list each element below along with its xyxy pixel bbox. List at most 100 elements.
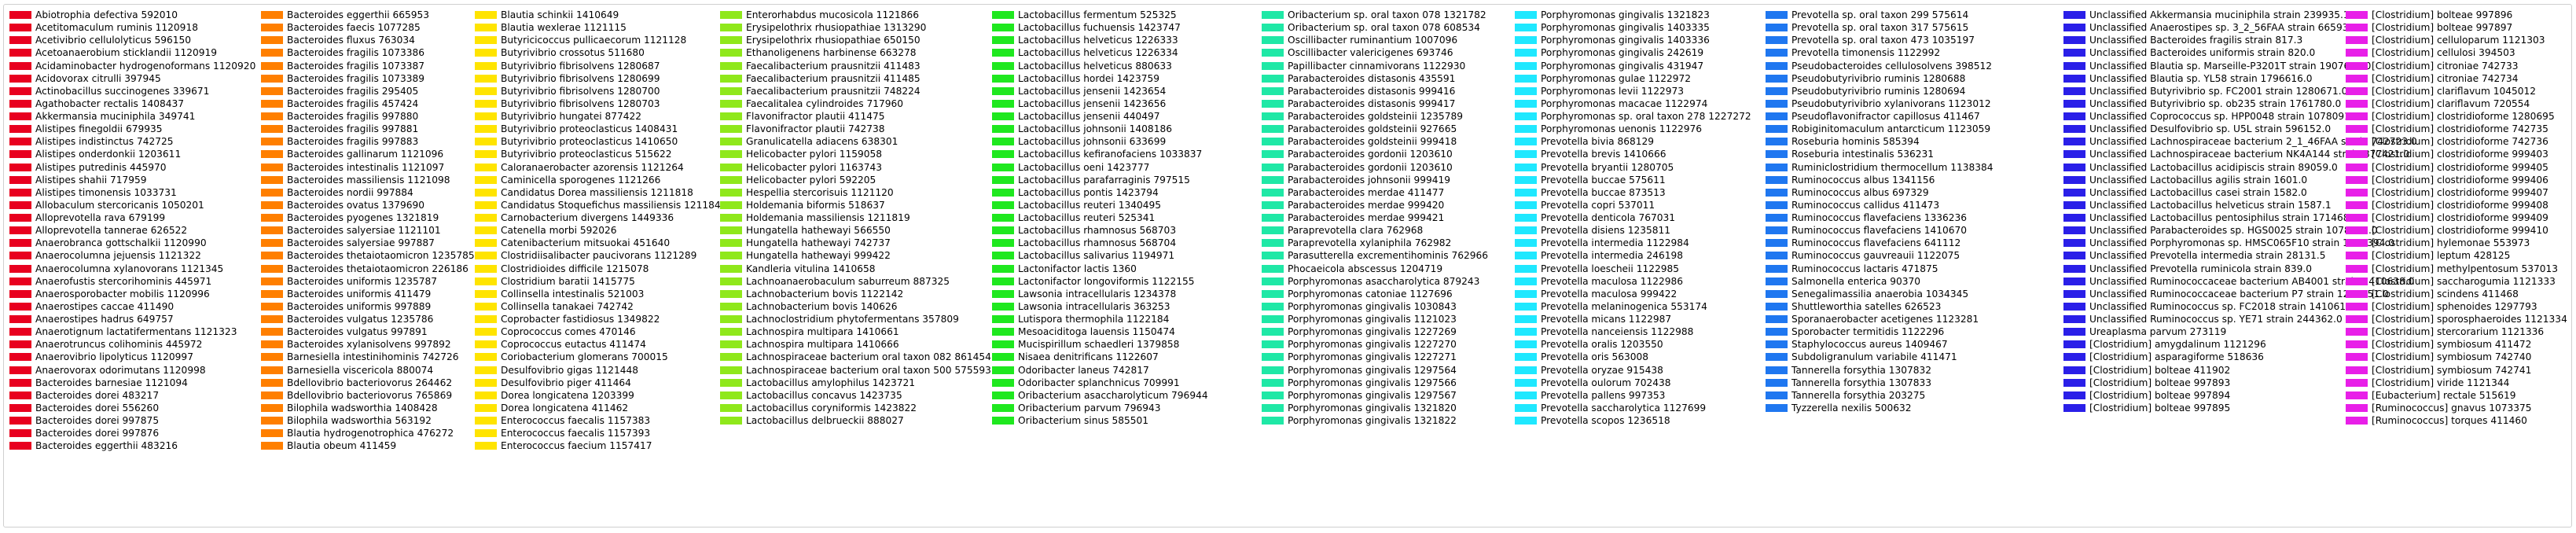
legend-entry: Porphyromonas gingivalis 1297567 — [1262, 389, 1488, 402]
legend-label: [Clostridium] symbiosum 411472 — [2372, 339, 2532, 351]
legend-label: Parabacteroides distasonis 999416 — [1288, 85, 1456, 97]
legend-swatch — [9, 391, 31, 399]
legend-swatch — [1262, 138, 1284, 146]
legend-entry: Nisaea denitrificans 1122607 — [992, 351, 1208, 363]
legend-label: Nisaea denitrificans 1122607 — [1018, 351, 1159, 363]
legend-entry: Shuttleworthia satelles 626523 — [1766, 300, 1994, 313]
legend-label: Porphyromonas gingivalis 1030843 — [1288, 300, 1457, 312]
legend-swatch — [261, 264, 283, 273]
legend-label: Barnesiella viscericola 880074 — [287, 364, 434, 376]
legend-entry: Lactobacillus johnsonii 1408186 — [992, 123, 1208, 135]
legend-swatch — [1262, 214, 1284, 222]
legend-label: Prevotella loescheii 1122985 — [1541, 263, 1679, 274]
legend-swatch — [1262, 252, 1284, 260]
legend-swatch — [1515, 340, 1537, 349]
legend-swatch — [9, 328, 31, 336]
legend-label: Lactobacillus coryniformis 1423822 — [746, 402, 917, 414]
legend-swatch — [1262, 289, 1284, 298]
legend-entry: Hespellia stercorisuis 1121120 — [720, 186, 991, 199]
legend-entry: Bacteroides fragilis 997881 — [261, 123, 475, 135]
legend-entry: Prevotella maculosa 1122986 — [1515, 275, 1751, 288]
legend-entry: Helicobacter pylori 1163743 — [720, 161, 991, 174]
legend-column: Oribacterium sp. oral taxon 078 1321782 O… — [1262, 9, 1488, 427]
legend-label: Sporanaerobacter acetigenes 1123281 — [1791, 314, 1979, 325]
legend-label: Odoribacter splanchnicus 709991 — [1018, 377, 1180, 388]
legend-entry: Lactobacillus rhamnosus 568704 — [992, 237, 1208, 249]
legend-label: Unclassified Ruminococcaceae bacterium P… — [2089, 288, 2389, 300]
legend-label: Oribacterium sp. oral taxon 078 1321782 — [1288, 9, 1486, 21]
legend-label: Lactobacillus rhamnosus 568704 — [1018, 237, 1177, 249]
legend-label: Collinsella intestinalis 521003 — [501, 288, 645, 300]
legend-entry: Prevotella sp. oral taxon 317 575615 — [1766, 21, 1994, 34]
legend-label: Prevotella sp. oral taxon 317 575615 — [1791, 22, 1969, 34]
legend-entry: [Clostridium] symbiosum 742741 — [2346, 364, 2567, 377]
legend-entry: [Clostridium] clostridioforme 742736 — [2346, 135, 2567, 148]
legend-entry: Ruminococcus flavefaciens 1410670 — [1766, 224, 1994, 237]
legend-label: Ruminococcus gauvreauii 1122075 — [1791, 250, 1960, 262]
legend-entry: Bacteroides dorei 556260 — [9, 402, 255, 414]
legend-entry: Lachnospiraceae bacterium oral taxon 500… — [720, 364, 991, 377]
legend-swatch — [9, 200, 31, 209]
legend-entry: [Clostridium] leptum 428125 — [2346, 249, 2567, 262]
legend-entry: Subdoligranulum variabile 411471 — [1766, 351, 1994, 363]
legend-entry: [Clostridium] stercorarium 1121336 — [2346, 325, 2567, 338]
legend-swatch — [475, 125, 497, 134]
legend-entry: Kandleria vitulina 1410658 — [720, 263, 991, 275]
legend-label: [Clostridium] scindens 411468 — [2372, 288, 2519, 300]
legend-swatch — [992, 150, 1014, 159]
legend-label: Prevotella maculosa 1122986 — [1541, 275, 1684, 287]
legend-label: Porphyromonas catoniae 1127696 — [1288, 288, 1453, 300]
legend-label: Lactobacillus parafarraginis 797515 — [1018, 174, 1190, 186]
legend-entry: Butyrivibrio fibrisolvens 1280703 — [475, 97, 726, 110]
legend-entry: Alistipes putredinis 445970 — [9, 161, 255, 174]
legend-entry: Coprococcus eutactus 411474 — [475, 338, 726, 351]
legend-label: Bacteroides vulgatus 1235786 — [287, 314, 434, 325]
legend-entry: [Clostridium] sphenoides 1297793 — [2346, 300, 2567, 313]
legend-entry: Roseburia hominis 585394 — [1766, 135, 1994, 148]
legend-entry: [Clostridium] clostridioforme 999407 — [2346, 186, 2567, 199]
legend-swatch — [9, 61, 31, 70]
legend-swatch — [992, 353, 1014, 362]
legend-label: Coprococcus eutactus 411474 — [501, 339, 646, 351]
legend-label: [Clostridium] saccharogumia 1121333 — [2372, 275, 2556, 287]
legend-entry: Mesoaciditoga lauensis 1150474 — [992, 325, 1208, 338]
legend-entry: Prevotella denticola 767031 — [1515, 211, 1751, 224]
legend-entry: Lachnospira multipara 1410661 — [720, 325, 991, 338]
legend-label: Bacteroides ovatus 1379690 — [287, 199, 424, 211]
legend-swatch — [2063, 175, 2085, 184]
legend-label: Butyrivibrio proteoclasticus 1408431 — [501, 123, 678, 135]
legend-label: Porphyromonas gingivalis 1321820 — [1288, 402, 1457, 414]
legend-entry: Prevotella micans 1122987 — [1515, 313, 1751, 325]
legend-entry: Prevotella timonensis 1122992 — [1766, 46, 1994, 59]
legend-label: Bacteroides fluxus 763034 — [287, 35, 415, 46]
legend-swatch — [261, 125, 283, 134]
legend-swatch — [1515, 61, 1537, 70]
legend-swatch — [992, 366, 1014, 374]
legend-entry: Senegalimassilia anaerobia 1034345 — [1766, 288, 1994, 300]
legend-label: Lactobacillus jensenii 440497 — [1018, 111, 1160, 123]
legend-entry: [Clostridium] clostridioforme 999408 — [2346, 199, 2567, 211]
legend-swatch — [475, 150, 497, 159]
legend-swatch — [1262, 264, 1284, 273]
legend-entry: Bacteroides fragilis 1073389 — [261, 72, 475, 85]
legend-swatch — [261, 226, 283, 235]
legend-swatch — [261, 442, 283, 450]
legend-entry: Holdemania massiliensis 1211819 — [720, 211, 991, 224]
legend-swatch — [261, 112, 283, 121]
legend-swatch — [475, 366, 497, 374]
legend-swatch — [9, 175, 31, 184]
legend-label: Enterococcus faecium 1157417 — [501, 440, 652, 452]
legend-label: Blautia hydrogenotrophica 476272 — [287, 428, 454, 439]
legend-label: Unclassified Lactobacillus casei strain … — [2089, 186, 2307, 198]
legend-entry: Bdellovibrio bacteriovorus 264462 — [261, 377, 475, 389]
legend-label: Bacteroides uniformis 411479 — [287, 288, 432, 300]
legend-label: Parabacteroides merdae 411477 — [1288, 186, 1445, 198]
legend-swatch — [1262, 378, 1284, 387]
legend-swatch — [475, 328, 497, 336]
legend-label: Prevotella maculosa 999422 — [1541, 288, 1678, 300]
legend-entry: Lactonifactor longoviformis 1122155 — [992, 275, 1208, 288]
legend-entry: Bacteroides dorei 997875 — [9, 414, 255, 427]
legend-swatch — [720, 340, 742, 349]
legend-entry: Prevotella saccharolytica 1127699 — [1515, 402, 1751, 414]
legend-entry: Porphyromonas gingivalis 1321820 — [1262, 402, 1488, 414]
